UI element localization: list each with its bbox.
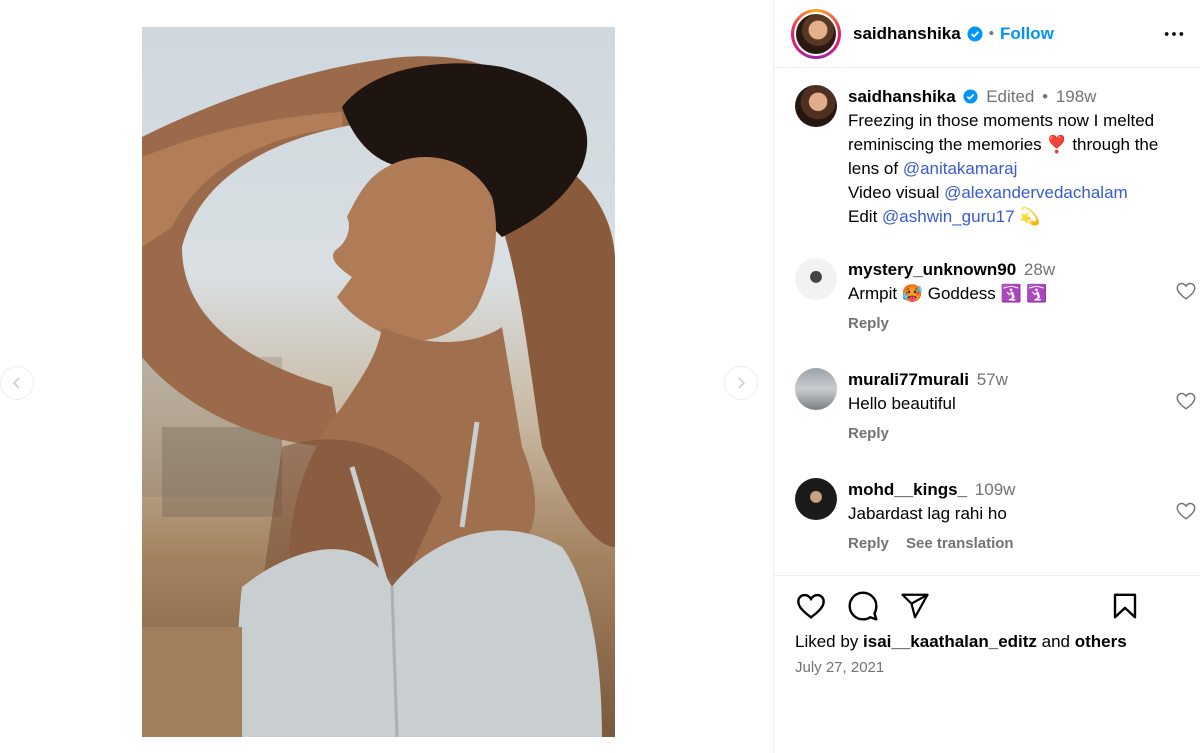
comment-actions: Reply See translation bbox=[848, 535, 1188, 552]
comment-body: murali77murali 57w Hello beautiful Reply bbox=[848, 368, 1188, 442]
caption-line-3-prefix: Edit bbox=[848, 207, 883, 226]
next-arrow-button[interactable] bbox=[724, 366, 758, 400]
post-date[interactable]: July 27, 2021 bbox=[795, 659, 884, 676]
comment-icon bbox=[848, 591, 878, 621]
action-icons-row bbox=[794, 589, 932, 623]
caption-text: Freezing in those moments now I melted r… bbox=[848, 109, 1188, 229]
comment-actions: Reply bbox=[848, 425, 1188, 442]
reply-button[interactable]: Reply bbox=[848, 315, 889, 332]
header-separator: • bbox=[988, 25, 994, 42]
media-panel bbox=[0, 0, 773, 753]
comment-button[interactable] bbox=[846, 589, 880, 623]
comment-username[interactable]: mystery_unknown90 bbox=[848, 260, 1016, 279]
like-comment-heart-icon[interactable] bbox=[1175, 390, 1197, 412]
liked-by-others[interactable]: others bbox=[1075, 632, 1127, 651]
story-ring[interactable] bbox=[791, 8, 841, 59]
mention-link[interactable]: @ashwin_guru17 bbox=[882, 207, 1015, 226]
comment-head: mohd__kings_ 109w bbox=[848, 478, 1188, 502]
commenter-avatar[interactable] bbox=[795, 258, 837, 300]
caption-username[interactable]: saidhanshika bbox=[848, 87, 956, 106]
caption-avatar[interactable] bbox=[795, 85, 837, 127]
more-horizontal-icon bbox=[1164, 31, 1184, 36]
commenter-avatar[interactable] bbox=[795, 368, 837, 410]
commenter-avatar[interactable] bbox=[795, 478, 837, 520]
chevron-right-icon bbox=[738, 377, 746, 389]
avatar bbox=[796, 13, 836, 54]
caption-line-2-prefix: Video visual bbox=[848, 183, 945, 202]
reply-button[interactable]: Reply bbox=[848, 425, 889, 442]
verified-badge-icon bbox=[967, 26, 983, 41]
previous-arrow-button[interactable] bbox=[0, 366, 34, 400]
liked-by-and: and bbox=[1036, 632, 1075, 651]
bookmark-icon bbox=[1113, 593, 1137, 619]
comment-text: Hello beautiful bbox=[848, 394, 956, 413]
heart-emoji: ❣️ bbox=[1046, 135, 1068, 154]
liked-by-text: Liked by isai__kaathalan_editz and other… bbox=[795, 632, 1127, 652]
comment-age: 57w bbox=[976, 370, 1008, 389]
reply-button[interactable]: Reply bbox=[848, 535, 889, 552]
caption-age: 198w bbox=[1055, 87, 1097, 106]
see-translation-button[interactable]: See translation bbox=[906, 535, 1014, 552]
caption-separator: • bbox=[1042, 87, 1049, 106]
follow-button[interactable]: Follow bbox=[1000, 24, 1054, 44]
comment-body: mystery_unknown90 28w Armpit 🥵 Goddess 🛐… bbox=[848, 258, 1188, 332]
comments-list[interactable]: saidhanshika Edited • 198w Freezing in t… bbox=[774, 69, 1200, 575]
comment-text: Jabardast lag rahi ho bbox=[848, 504, 1007, 523]
share-button[interactable] bbox=[898, 589, 932, 623]
edited-label: Edited bbox=[986, 87, 1035, 106]
caption-body: saidhanshika Edited • 198w Freezing in t… bbox=[848, 85, 1188, 229]
comment-username[interactable]: mohd__kings_ bbox=[848, 480, 967, 499]
comment-body: mohd__kings_ 109w Jabardast lag rahi ho … bbox=[848, 478, 1188, 552]
comment-actions: Reply bbox=[848, 315, 1188, 332]
post-actions: Liked by isai__kaathalan_editz and other… bbox=[774, 575, 1200, 753]
avatar-frame bbox=[794, 11, 838, 56]
comment-username[interactable]: murali77murali bbox=[848, 370, 969, 389]
post-photo[interactable] bbox=[142, 27, 615, 737]
caption-head: saidhanshika Edited • 198w bbox=[848, 85, 1188, 109]
save-button[interactable] bbox=[1108, 589, 1142, 623]
post-header: saidhanshika • Follow bbox=[774, 0, 1200, 68]
like-comment-heart-icon[interactable] bbox=[1175, 500, 1197, 522]
like-comment-heart-icon[interactable] bbox=[1175, 280, 1197, 302]
mention-link[interactable]: @alexandervedachalam bbox=[944, 183, 1128, 202]
dizzy-emoji: 💫 bbox=[1019, 207, 1041, 226]
post-sidebar: saidhanshika • Follow saidhanshika Edite… bbox=[773, 0, 1200, 753]
comment-text: Armpit 🥵 Goddess 🛐 🛐 bbox=[848, 284, 1048, 303]
more-options-button[interactable] bbox=[1162, 22, 1186, 46]
like-button[interactable] bbox=[794, 589, 828, 623]
comment-age: 28w bbox=[1023, 260, 1056, 279]
header-username[interactable]: saidhanshika bbox=[853, 24, 961, 44]
liked-by-prefix: Liked by bbox=[795, 632, 864, 651]
chevron-left-icon bbox=[12, 377, 20, 389]
heart-icon bbox=[797, 593, 825, 619]
comment-age: 109w bbox=[974, 480, 1016, 499]
share-icon bbox=[901, 593, 929, 619]
liked-by-user[interactable]: isai__kaathalan_editz bbox=[863, 632, 1037, 651]
comment-head: mystery_unknown90 28w bbox=[848, 258, 1188, 282]
mention-link[interactable]: @anitakamaraj bbox=[903, 159, 1018, 178]
verified-badge-icon bbox=[963, 89, 978, 104]
post-photo-illustration bbox=[142, 56, 615, 737]
comment-head: murali77murali 57w bbox=[848, 368, 1188, 392]
